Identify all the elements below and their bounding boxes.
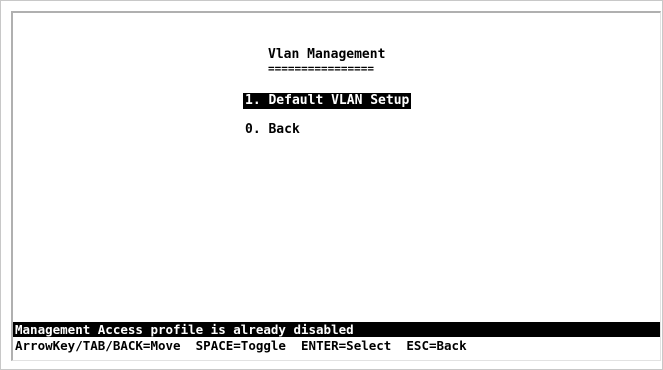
page-title: Vlan Management xyxy=(268,47,386,62)
help-toggle: SPACE=Toggle xyxy=(195,338,286,353)
menu-item-default-vlan-setup[interactable]: 1. Default VLAN Setup xyxy=(243,93,412,109)
window-frame: Vlan Management ================ 1. Defa… xyxy=(0,0,663,370)
terminal-screen: Vlan Management ================ 1. Defa… xyxy=(11,11,661,361)
help-bar: ArrowKey/TAB/BACK=Move SPACE=Toggle ENTE… xyxy=(15,338,467,353)
help-select: ENTER=Select xyxy=(301,338,392,353)
help-move: ArrowKey/TAB/BACK=Move xyxy=(15,338,181,353)
status-message: Management Access profile is already dis… xyxy=(13,322,660,337)
title-underline: ================ xyxy=(268,62,374,75)
help-back: ESC=Back xyxy=(406,338,467,353)
menu-item-back[interactable]: 0. Back xyxy=(243,122,302,138)
